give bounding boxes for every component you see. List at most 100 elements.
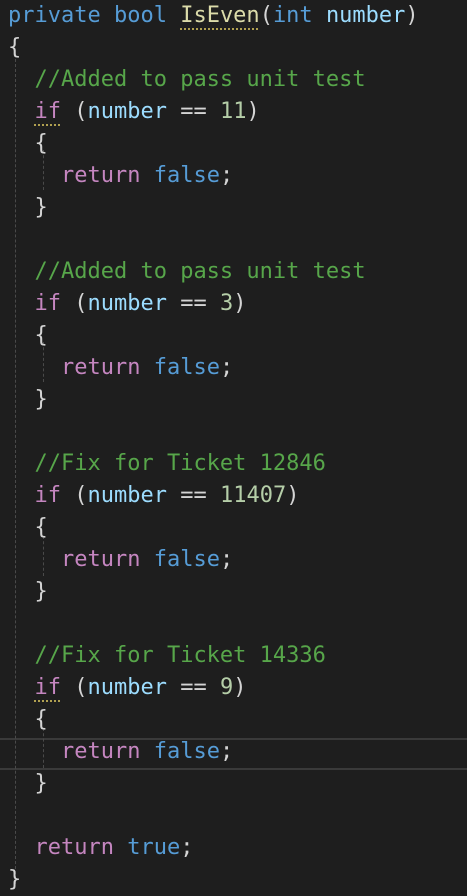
code-token: } bbox=[8, 387, 48, 412]
code-line[interactable]: return false; bbox=[8, 160, 233, 192]
code-editor[interactable]: private bool IsEven(int number){ //Added… bbox=[0, 0, 467, 894]
code-line[interactable]: //Fix for Ticket 14336 bbox=[8, 640, 326, 672]
code-token: ( bbox=[61, 483, 88, 508]
code-line[interactable]: } bbox=[8, 768, 48, 800]
code-token: ) bbox=[233, 291, 247, 316]
code-token: { bbox=[8, 35, 22, 60]
code-token: number bbox=[87, 483, 167, 508]
code-token: private bbox=[8, 3, 101, 28]
code-token: //Fix for Ticket 12846 bbox=[34, 451, 326, 476]
code-token: return bbox=[60, 163, 141, 188]
code-line[interactable]: return true; bbox=[8, 832, 194, 864]
code-token: ) bbox=[405, 3, 419, 28]
code-token: { bbox=[8, 131, 48, 156]
code-token: if bbox=[34, 99, 62, 124]
code-token: //Added to pass unit test bbox=[34, 67, 366, 92]
code-token: int bbox=[272, 3, 313, 28]
code-token: false bbox=[153, 163, 220, 188]
code-token: } bbox=[8, 195, 48, 220]
code-token: IsEven bbox=[180, 3, 260, 28]
code-token: 3 bbox=[219, 291, 234, 316]
code-line[interactable]: { bbox=[8, 320, 48, 352]
code-token: == bbox=[166, 675, 220, 700]
code-token: return bbox=[34, 835, 114, 860]
code-token: } bbox=[8, 771, 48, 796]
code-token: 9 bbox=[219, 675, 234, 700]
code-token: bool bbox=[113, 3, 167, 28]
code-token: return bbox=[60, 739, 141, 764]
code-line[interactable]: { bbox=[8, 128, 48, 160]
code-token: if bbox=[34, 291, 62, 316]
code-token: false bbox=[153, 739, 220, 764]
code-line[interactable]: if (number == 9) bbox=[8, 672, 247, 704]
code-token: ( bbox=[259, 3, 273, 28]
code-token: ; bbox=[219, 163, 234, 188]
code-token: ; bbox=[219, 739, 234, 764]
code-line[interactable]: //Added to pass unit test bbox=[8, 64, 366, 96]
code-token: ( bbox=[61, 675, 88, 700]
code-token: number bbox=[325, 3, 406, 28]
code-token: 11407 bbox=[219, 483, 287, 508]
code-line[interactable]: return false; bbox=[8, 736, 233, 768]
code-line[interactable]: return false; bbox=[8, 544, 233, 576]
code-token: ( bbox=[61, 291, 88, 316]
code-token: { bbox=[8, 323, 48, 348]
code-token: false bbox=[153, 355, 220, 380]
code-token: } bbox=[8, 579, 48, 604]
code-token: number bbox=[87, 99, 167, 124]
code-line[interactable]: } bbox=[8, 576, 48, 608]
code-line[interactable]: if (number == 3) bbox=[8, 288, 247, 320]
code-token: //Fix for Ticket 14336 bbox=[34, 643, 326, 668]
code-token: ; bbox=[219, 355, 234, 380]
code-line[interactable]: } bbox=[8, 192, 48, 224]
code-token: return bbox=[60, 355, 141, 380]
code-token: ) bbox=[233, 675, 247, 700]
code-line[interactable]: if (number == 11) bbox=[8, 96, 260, 128]
code-line[interactable]: { bbox=[8, 704, 48, 736]
code-token: ; bbox=[180, 835, 194, 860]
code-token: ) bbox=[286, 483, 300, 508]
code-token: true bbox=[127, 835, 181, 860]
code-token: == bbox=[166, 483, 220, 508]
code-token: if bbox=[34, 483, 62, 508]
code-token: false bbox=[153, 547, 220, 572]
code-token: if bbox=[34, 675, 62, 700]
code-line[interactable]: { bbox=[8, 32, 21, 64]
code-line[interactable]: private bool IsEven(int number) bbox=[8, 0, 419, 32]
code-token: //Added to pass unit test bbox=[34, 259, 366, 284]
code-token: 11 bbox=[219, 99, 247, 124]
code-token: { bbox=[8, 707, 48, 732]
code-line[interactable]: } bbox=[8, 384, 48, 416]
code-token: number bbox=[87, 675, 167, 700]
code-line[interactable]: { bbox=[8, 512, 48, 544]
code-line[interactable]: return false; bbox=[8, 352, 233, 384]
code-token: ) bbox=[246, 99, 260, 124]
code-token: } bbox=[8, 867, 22, 892]
code-line[interactable]: } bbox=[8, 864, 21, 896]
code-line[interactable]: //Fix for Ticket 12846 bbox=[8, 448, 326, 480]
code-line[interactable]: //Added to pass unit test bbox=[8, 256, 366, 288]
code-line[interactable]: if (number == 11407) bbox=[8, 480, 300, 512]
code-token: { bbox=[8, 515, 48, 540]
code-token: == bbox=[166, 291, 220, 316]
